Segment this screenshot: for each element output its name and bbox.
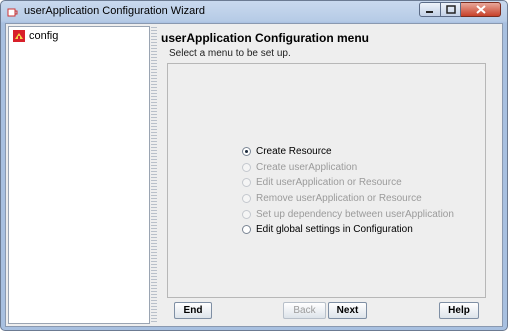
maximize-icon	[445, 5, 456, 14]
option-create-resource[interactable]: Create Resource	[242, 144, 454, 160]
option-edit-userapplication: Edit userApplication or Resource	[242, 175, 454, 191]
option-label: Create Resource	[256, 146, 332, 158]
option-create-userapplication: Create userApplication	[242, 160, 454, 176]
page-title: userApplication Configuration menu	[161, 31, 370, 45]
option-label: Edit userApplication or Resource	[256, 177, 402, 189]
option-edit-global-settings[interactable]: Edit global settings in Configuration	[242, 222, 454, 238]
java-app-icon	[7, 8, 18, 17]
option-label: Create userApplication	[256, 161, 358, 173]
tree-item-config[interactable]: config	[13, 30, 58, 42]
menu-panel: Create Resource Create userApplication E…	[167, 63, 486, 298]
config-tree: config	[8, 26, 150, 324]
end-button[interactable]: End	[174, 302, 212, 319]
option-remove-userapplication: Remove userApplication or Resource	[242, 191, 454, 207]
radio-button[interactable]	[242, 147, 251, 157]
window-controls	[419, 2, 501, 18]
radio-button	[242, 178, 251, 188]
option-label: Set up dependency between userApplicatio…	[256, 208, 454, 220]
radio-button[interactable]	[242, 225, 251, 235]
title-bar[interactable]: userApplication Configuration Wizard	[1, 1, 507, 23]
maximize-button[interactable]	[441, 2, 461, 17]
wizard-window: userApplication Configuration Wizard con…	[0, 0, 508, 331]
close-button[interactable]	[461, 2, 501, 17]
config-node-icon	[13, 30, 25, 42]
radio-button	[242, 209, 251, 219]
option-label: Remove userApplication or Resource	[256, 193, 422, 205]
split-pane-divider[interactable]	[151, 26, 157, 322]
close-icon	[475, 5, 486, 14]
option-set-up-dependency: Set up dependency between userApplicatio…	[242, 206, 454, 222]
tree-item-label: config	[29, 30, 59, 42]
client-area: config userApplication Configuration men…	[5, 23, 503, 327]
minimize-button[interactable]	[419, 2, 441, 17]
menu-options: Create Resource Create userApplication E…	[242, 144, 454, 238]
next-button[interactable]: Next	[328, 302, 367, 319]
help-button[interactable]: Help	[439, 302, 479, 319]
window-title: userApplication Configuration Wizard	[24, 5, 205, 17]
radio-button	[242, 194, 251, 204]
radio-button	[242, 162, 251, 172]
option-label: Edit global settings in Configuration	[256, 224, 413, 236]
minimize-icon	[426, 10, 433, 13]
back-button: Back	[283, 302, 326, 319]
page-instruction: Select a menu to be set up.	[169, 48, 291, 59]
